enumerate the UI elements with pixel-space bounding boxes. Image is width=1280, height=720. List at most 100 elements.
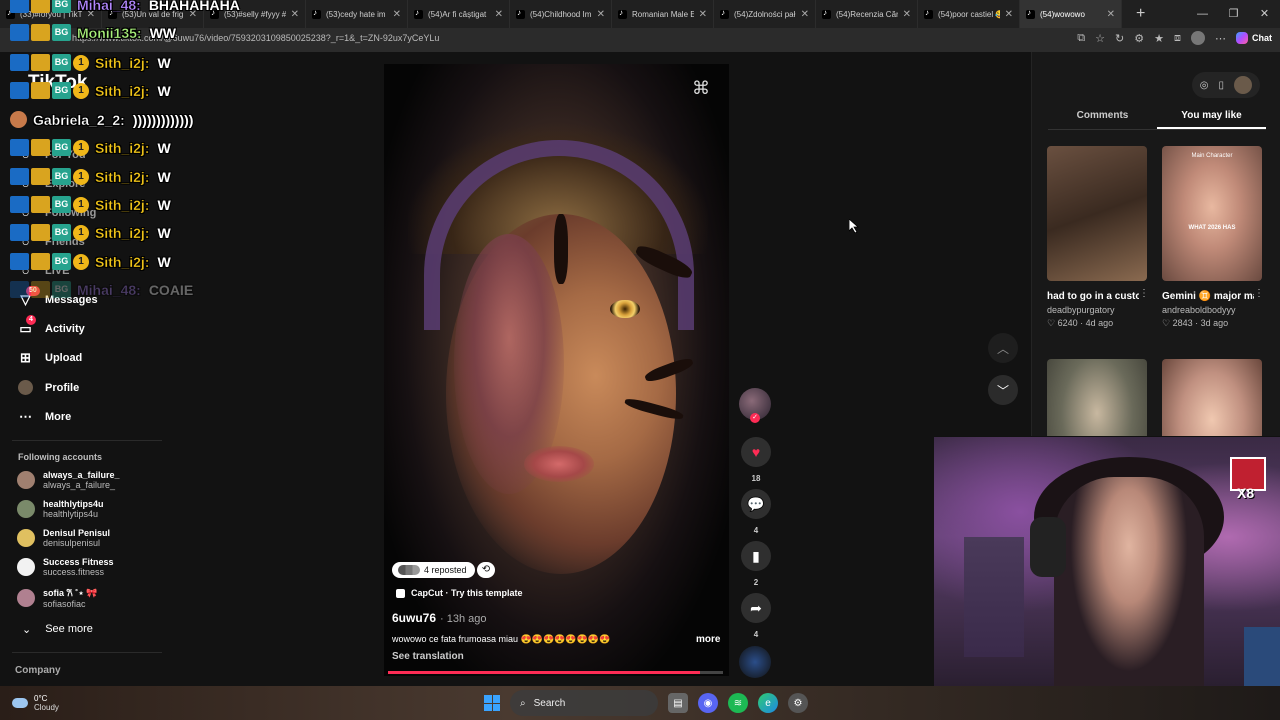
refresh-icon[interactable]: ↻ (1115, 32, 1124, 45)
favorites-icon[interactable]: ★ (1154, 32, 1164, 45)
follow-plus-icon[interactable]: ✓ (750, 413, 760, 423)
close-window-icon[interactable]: ✕ (1249, 0, 1280, 28)
browser-tab[interactable]: Romanian Male E ✕ (612, 0, 714, 28)
recommended-video-card[interactable]: had to go in a custom to get th... deadb… (1047, 146, 1149, 329)
sidebar-item-more[interactable]: ⋯ More (18, 409, 71, 424)
sidebar-divider (12, 652, 162, 653)
chat-message: BG 1 Sith_i2j: W (10, 139, 171, 156)
discord-icon[interactable]: ◉ (698, 693, 718, 713)
browser-tab[interactable]: (54)poor castiel 😂 ✕ (918, 0, 1020, 28)
see-translation-link[interactable]: See translation (392, 651, 464, 662)
chat-text: W (157, 139, 171, 156)
chat-message: BG Mihai_48: COAIE (10, 281, 193, 298)
close-tab-icon[interactable]: ✕ (699, 9, 707, 20)
browser-tab[interactable]: (54)Ar fi câștigat ✕ (408, 0, 510, 28)
close-tab-icon[interactable]: ✕ (393, 9, 401, 20)
sidebar-item-activity[interactable]: ▭ 4 Activity (18, 315, 85, 336)
music-disc-icon[interactable] (739, 646, 771, 678)
following-account[interactable]: sofia 𐙚 ˚⋆ 🎀 sofiasofiac (17, 586, 98, 609)
save-button[interactable]: ▮ (741, 541, 771, 571)
subscriber-badge-icon (10, 168, 29, 185)
share-button[interactable]: ➦ (741, 593, 771, 623)
next-video-button[interactable]: ﹀ (988, 375, 1018, 405)
video-player[interactable]: ⌘ (384, 64, 729, 676)
browser-tab[interactable]: (54)wowowo ✕ (1020, 0, 1122, 28)
minimize-icon[interactable]: — (1187, 0, 1218, 28)
coins-icon[interactable]: ◎ (1200, 80, 1209, 91)
collections-icon[interactable]: ⧈ (1174, 32, 1181, 45)
following-account[interactable]: healthlytips4u healthlytips4u (17, 499, 104, 519)
close-tab-icon[interactable]: ✕ (903, 9, 911, 20)
browser-tab[interactable]: (54)Recenzia Cărț ✕ (816, 0, 918, 28)
reposted-badge[interactable]: 4 reposted (392, 562, 475, 578)
close-tab-icon[interactable]: ✕ (801, 9, 809, 20)
windows-taskbar: 0°C Cloudy ⌕ Search ▤ ◉ ≋ e ⚙ (0, 686, 1280, 720)
chevron-down-icon: ⌄ (22, 624, 32, 636)
bg-badge-icon: BG (52, 139, 71, 156)
tier-badge-icon: 1 (73, 54, 89, 71)
thumbnail-overlay-text: Main Character (1191, 153, 1233, 159)
like-button[interactable]: ♥ (741, 437, 771, 467)
restore-icon[interactable]: ❐ (1218, 0, 1249, 28)
sidebar-item-upload[interactable]: ⊞ Upload (18, 350, 82, 365)
capcut-icon[interactable]: ⌘ (692, 78, 710, 99)
copilot-chat-button[interactable]: Chat (1236, 32, 1272, 44)
close-tab-icon[interactable]: ✕ (597, 9, 605, 20)
close-tab-icon[interactable]: ✕ (1005, 9, 1013, 20)
heart-icon: ♥ (751, 444, 761, 460)
capcut-template-link[interactable]: CapCut · Try this template (396, 588, 523, 598)
comment-button[interactable]: 💬 (741, 489, 771, 519)
taskbar-search[interactable]: ⌕ Search (510, 690, 658, 716)
settings-icon[interactable]: ⚙ (788, 693, 808, 713)
capcut-label: CapCut · Try this template (411, 588, 523, 598)
close-tab-icon[interactable]: ✕ (495, 9, 503, 20)
share-count: 4 (753, 630, 759, 639)
extensions-icon[interactable]: ⚙ (1134, 32, 1144, 45)
see-more-label: See more (45, 623, 93, 635)
spotify-icon[interactable]: ≋ (728, 693, 748, 713)
close-tab-icon[interactable]: ✕ (1107, 9, 1115, 20)
file-explorer-icon[interactable]: ▤ (668, 693, 688, 713)
sidebar-item-profile[interactable]: Profile (18, 380, 79, 395)
video-frame-stripe (554, 214, 568, 284)
repost-icon[interactable]: ⟲ (477, 562, 495, 578)
tab-you-may-like[interactable]: You may like (1157, 110, 1266, 129)
chat-message: BG 1 Sith_i2j: W (10, 82, 171, 99)
menu-dots-icon[interactable]: ⋯ (1215, 32, 1226, 45)
subscriber-badge-icon (10, 224, 29, 241)
profile-avatar[interactable] (1191, 31, 1205, 45)
card-options-icon[interactable]: ⋮ (1254, 288, 1264, 299)
company-link[interactable]: Company (15, 665, 61, 676)
card-likes: 6240 (1057, 318, 1078, 328)
tiktok-favicon-icon (1026, 8, 1035, 19)
card-options-icon[interactable]: ⋮ (1139, 288, 1149, 299)
edge-icon[interactable]: e (758, 693, 778, 713)
tiktok-favicon-icon (516, 8, 525, 19)
recommended-video-card[interactable]: Main Character WHAT 2026 HAS Gemini ♊ ma… (1162, 146, 1264, 329)
following-account[interactable]: Success Fitness success.fitness (17, 557, 114, 577)
following-account[interactable]: always_a_failure_ always_a_failure_ (17, 470, 120, 490)
tier-badge-icon: 1 (73, 82, 89, 99)
favorite-star-icon[interactable]: ☆ (1095, 32, 1105, 45)
following-account[interactable]: Denisul Penisul denisulpenisul (17, 528, 110, 548)
browser-tab[interactable]: (54)Childhood Im ✕ (510, 0, 612, 28)
split-screen-icon[interactable]: ⧉ (1077, 32, 1085, 45)
chat-text: W (157, 168, 171, 185)
close-tab-icon[interactable]: ✕ (291, 9, 299, 20)
previous-video-button[interactable]: ︿ (988, 333, 1018, 363)
device-icon[interactable]: ▯ (1218, 80, 1224, 91)
windows-start-icon[interactable] (484, 695, 500, 711)
tab-comments[interactable]: Comments (1048, 110, 1157, 129)
bg-badge-icon: BG (52, 82, 71, 99)
caption-more-button[interactable]: more (696, 634, 720, 645)
see-more-button[interactable]: ⌄ See more (22, 623, 93, 636)
browser-tab[interactable]: (53)cedy hate im ✕ (306, 0, 408, 28)
user-avatar[interactable] (1234, 76, 1252, 94)
video-progress-bar[interactable] (388, 671, 723, 674)
account-avatar (17, 471, 35, 489)
browser-tab[interactable]: (54)Zdolności pał ✕ (714, 0, 816, 28)
video-frame-nose (524, 446, 594, 482)
new-tab-icon[interactable]: + (1136, 5, 1145, 23)
video-author[interactable]: 6uwu76 · 13h ago (392, 611, 487, 625)
weather-widget[interactable]: 0°C Cloudy (12, 694, 59, 712)
